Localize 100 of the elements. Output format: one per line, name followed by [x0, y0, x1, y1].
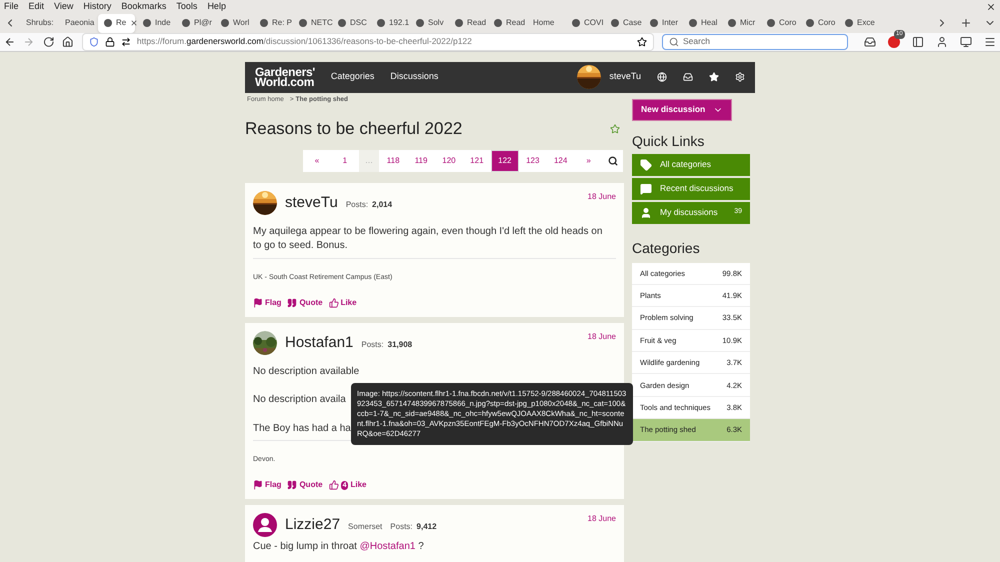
reload-icon[interactable] [42, 36, 54, 48]
flag-link[interactable]: Flag [265, 479, 282, 492]
permissions-icon [120, 36, 131, 46]
quick-link[interactable]: Recent discussions [632, 178, 750, 200]
browser-tab[interactable]: 192.1 [371, 14, 408, 32]
quote-link[interactable]: Quote [299, 479, 323, 492]
like-link[interactable]: Like [350, 479, 366, 492]
section-heading: Quick Links [632, 132, 706, 151]
post-text: The Boy has had a ha [253, 422, 351, 436]
browser-tab[interactable]: Micr [722, 14, 759, 32]
browser-tab[interactable]: Read [449, 14, 486, 32]
author-name[interactable]: Hostafan1 [285, 332, 354, 354]
browser-tab[interactable]: Shrubs: [20, 14, 57, 32]
site-logo[interactable]: Gardeners' World.com [255, 67, 315, 87]
like-icon [328, 480, 339, 490]
home-icon[interactable] [62, 36, 74, 48]
browser-tab[interactable]: Inde [137, 14, 174, 32]
bookmark-star-icon[interactable] [610, 124, 620, 134]
search-icon[interactable] [608, 156, 618, 166]
browser-tab[interactable]: Solv [410, 14, 447, 32]
browser-tab[interactable]: Exce [839, 14, 876, 32]
quote-icon [287, 480, 298, 490]
page-link[interactable]: » [574, 150, 602, 172]
browser-tab[interactable]: Coro [800, 14, 837, 32]
site-icon [728, 19, 736, 27]
site-icon [611, 19, 619, 27]
browser-tab[interactable]: NETC [293, 14, 330, 32]
chat-icon [640, 182, 652, 194]
account-icon[interactable] [936, 36, 948, 48]
browser-tab[interactable]: Home [527, 14, 564, 32]
screen-icon[interactable] [960, 36, 972, 48]
browser-tab[interactable]: COVI [566, 14, 603, 32]
star-icon[interactable] [709, 72, 719, 82]
site-icon [260, 19, 268, 27]
page-link[interactable]: 1 [330, 150, 359, 172]
post-date[interactable]: 18 June [588, 513, 616, 526]
site-icon [650, 19, 658, 27]
user-icon [640, 206, 652, 218]
posts-count: 2,014 [372, 198, 392, 211]
like-link[interactable]: Like [340, 296, 357, 309]
page-link[interactable]: 119 [407, 150, 436, 172]
quick-link[interactable]: All categories [632, 154, 750, 176]
page-link[interactable]: « [303, 150, 331, 172]
author-name[interactable]: steveTu [285, 192, 338, 214]
site-icon [767, 19, 775, 27]
site-icon [494, 19, 502, 27]
post-date[interactable]: 18 June [588, 330, 616, 343]
browser-tab[interactable]: Case [605, 14, 642, 32]
browser-tab[interactable]: Pl@r [176, 14, 213, 32]
browser-tab[interactable]: Read [488, 14, 525, 32]
quote-link[interactable]: Quote [299, 296, 323, 309]
nav-link[interactable]: Discussions [390, 70, 438, 84]
bookmark-star-icon[interactable] [636, 36, 647, 46]
menu-item[interactable]: File [4, 0, 19, 14]
post-date[interactable]: 18 June [588, 190, 616, 203]
settings-icon[interactable] [735, 72, 745, 82]
site-icon [377, 19, 385, 27]
menu-icon[interactable] [984, 36, 996, 48]
back-icon[interactable] [4, 36, 16, 48]
menu-item[interactable]: Bookmarks [121, 0, 166, 14]
menu-item[interactable]: View [54, 0, 74, 14]
address-bar[interactable]: https://forum.gardenersworld.com/discussion/1061336/reasons-to-be-cheerful-2022/p122 [82, 32, 654, 50]
search-icon [668, 36, 679, 46]
close-tab-icon[interactable] [130, 19, 138, 27]
menu-item[interactable]: Help [207, 0, 226, 14]
browser-tab[interactable]: DSC [332, 14, 369, 32]
browser-tab[interactable]: Inter [644, 14, 681, 32]
menu-item[interactable]: Edit [28, 0, 44, 14]
browser-tab[interactable]: Coro [761, 14, 798, 32]
new-tab-icon[interactable] [960, 17, 972, 29]
author-name[interactable]: Lizzie27 [285, 514, 340, 536]
mention-link[interactable]: @Hostafan1 [360, 540, 416, 555]
page-link[interactable]: 118 [379, 150, 408, 172]
menu-item[interactable]: Tools [176, 0, 198, 14]
section-heading: Categories [632, 238, 701, 258]
user-name[interactable]: steveTu [609, 70, 641, 84]
sidebar-icon[interactable] [912, 36, 924, 48]
browser-tab[interactable]: Re [98, 14, 135, 32]
site-icon [455, 19, 463, 27]
page-link[interactable]: 122 [490, 150, 519, 172]
nav-link[interactable]: Categories [330, 70, 374, 84]
page-link[interactable]: 124 [546, 150, 575, 172]
page-link[interactable]: 121 [462, 150, 491, 172]
browser-tab[interactable]: Worl [215, 14, 252, 32]
search-field[interactable]: Search [662, 34, 848, 50]
browser-tab[interactable]: Re: P [254, 14, 291, 32]
close-icon[interactable] [986, 2, 996, 12]
browser-tab[interactable]: Heal [683, 14, 720, 32]
shield-icon [88, 36, 99, 46]
globe-icon[interactable] [657, 72, 667, 82]
page-link[interactable]: 120 [435, 150, 463, 172]
menu-item[interactable]: History [83, 0, 112, 14]
lock-icon [104, 36, 115, 46]
new-discussion-button[interactable]: New discussion [632, 98, 732, 120]
flag-link[interactable]: Flag [265, 296, 282, 309]
page-link[interactable]: 123 [518, 150, 547, 172]
post-text: Cue - big lump in throat [253, 540, 358, 554]
browser-tab[interactable]: Paeonia [59, 14, 96, 32]
post-text: No description available [253, 364, 360, 379]
inbox-icon[interactable] [683, 72, 693, 82]
